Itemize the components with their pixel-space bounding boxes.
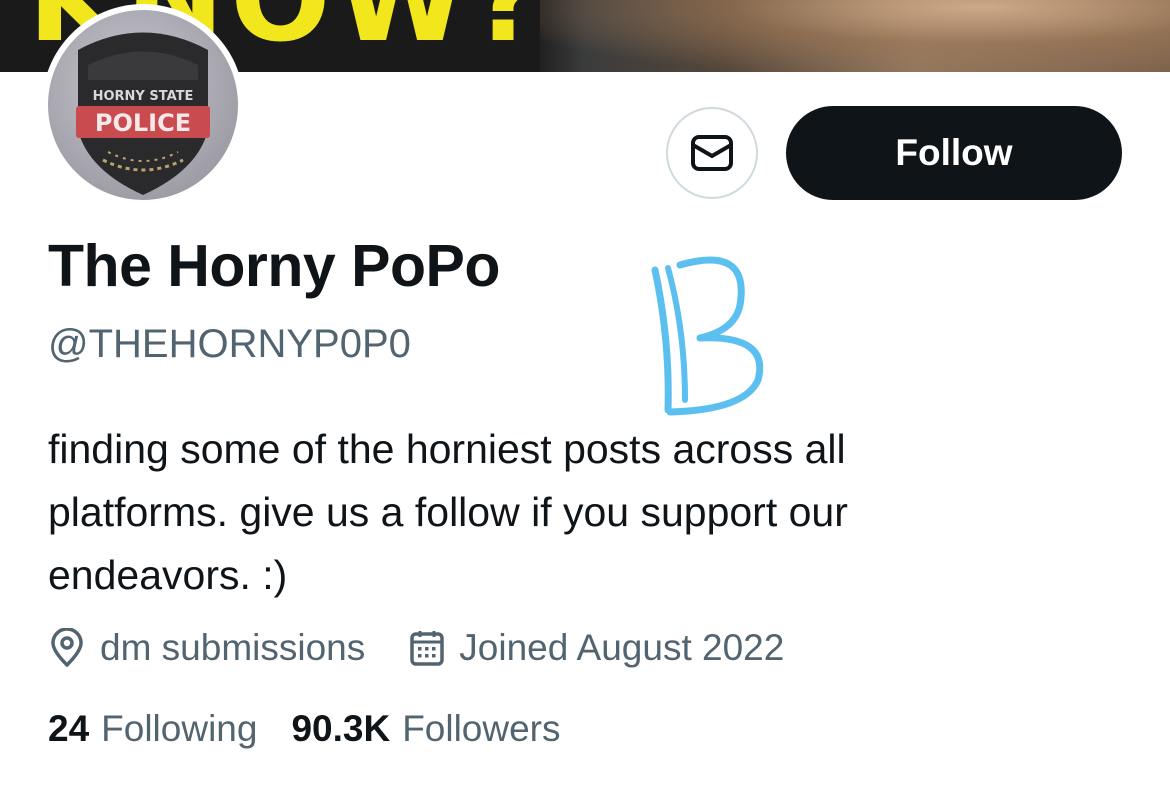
hand-drawn-b-scribble [651,256,764,416]
following-stat[interactable]: 24 Following [48,708,257,750]
badge-main-text: POLICE [95,109,191,137]
location-pin-icon [51,628,83,667]
avatar[interactable]: HORNY STATE POLICE [42,4,244,206]
follow-button[interactable]: Follow [786,106,1122,200]
joined-text: Joined August 2022 [459,627,785,668]
profile-stats: 24 Following 90.3K Followers [48,708,561,750]
following-label: Following [101,708,258,749]
profile-bio: finding some of the horniest posts acros… [48,426,848,598]
badge-top-text: HORNY STATE [93,89,194,104]
message-button[interactable] [666,107,758,199]
followers-label: Followers [402,708,561,749]
followers-count: 90.3K [291,708,391,749]
joined-item: Joined August 2022 [409,627,784,669]
mail-icon [691,135,733,171]
calendar-icon [410,631,445,666]
location-item: dm submissions [48,627,365,669]
profile-name: The Horny PoPo [48,233,500,299]
followers-stat[interactable]: 90.3K Followers [291,708,560,750]
profile-meta: dm submissions Joined August 2022 [48,622,784,674]
avatar-image: HORNY STATE POLICE [48,10,238,200]
location-text: dm submissions [100,627,366,668]
banner-photo-area [540,0,1170,72]
following-count: 24 [48,708,90,749]
profile-handle: @THEHORNYP0P0 [48,322,411,366]
